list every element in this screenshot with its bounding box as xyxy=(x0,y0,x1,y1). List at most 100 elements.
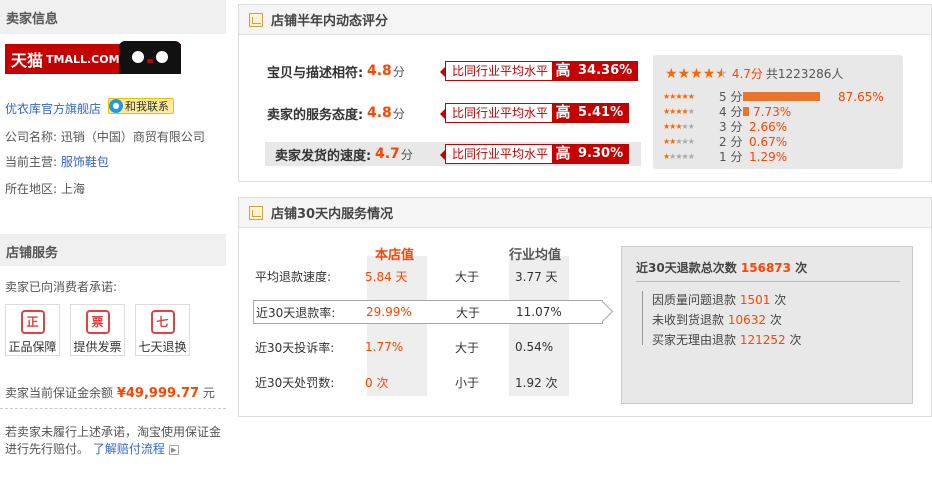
distribution-percent: 0.67% xyxy=(749,134,788,149)
compare-word: 大于 xyxy=(455,340,480,355)
badge-seven-day[interactable]: 七 七天退换 xyxy=(135,304,190,356)
badge-label: 提供发票 xyxy=(73,340,122,354)
rating-score: 4.8 xyxy=(367,63,392,79)
deposit-label: 卖家当前保证金余额 xyxy=(5,386,114,400)
service30-panel-header: 店铺30天内服务情况 xyxy=(239,198,931,228)
seller-info-heading: 卖家信息 xyxy=(0,0,226,34)
refund-item-unit: 次 xyxy=(769,313,782,327)
refund-divider xyxy=(636,281,900,282)
compare-word: 大于 xyxy=(455,269,480,284)
compensation-process-link[interactable]: 了解赔付流程 xyxy=(93,442,165,456)
promise-title: 卖家已向消费者承诺: xyxy=(5,280,118,294)
star-icon: ★ xyxy=(690,65,703,82)
contact-label: 和我联系 xyxy=(125,100,169,113)
compare-level: 高 xyxy=(552,61,575,81)
badge-genuine[interactable]: 正 正品保障 xyxy=(5,304,60,356)
distribution-row: ★★★★★ 4 分 7.73% xyxy=(663,104,791,120)
distribution-percent: 87.65% xyxy=(838,89,884,104)
rating-row-description: 宝贝与描述相符: 4.8 分 xyxy=(267,59,405,83)
company-row: 公司名称: 迅销（中国）商贸有限公司 xyxy=(5,128,205,145)
compare-word: 大于 xyxy=(456,305,481,320)
table-row-selected[interactable]: 近30天退款率: 29.99% 大于 11.07% xyxy=(253,300,603,324)
rating-distribution: ★ ★ ★ ★ ★ 4.7分 共1223286人 ★★★★★ 5 分 87.65% ★… xyxy=(653,55,903,169)
tmall-logo-en: TMALL.COM xyxy=(46,52,120,66)
panel-icon xyxy=(249,12,263,27)
distribution-row: ★★★★★ 3 分 2.66% xyxy=(663,119,787,135)
badge-label: 正品保障 xyxy=(8,340,57,354)
industry-value: 11.07% xyxy=(516,305,562,319)
compare-level: 高 xyxy=(552,144,575,164)
row-label: 近30天投诉率: xyxy=(255,340,335,355)
mini-stars-icon: ★★★★★ xyxy=(663,92,695,101)
rating-label: 卖家发货的速度: xyxy=(275,148,372,164)
store-value: 1.77% xyxy=(365,340,404,354)
store-value: 5.84 天 xyxy=(365,269,408,284)
distribution-bar xyxy=(743,137,745,146)
refund-item: 未收到货退款 10632 次 xyxy=(652,311,782,328)
chat-icon: ● xyxy=(109,99,123,113)
compare-tag: 比同行业平均水平 高 9.30% xyxy=(439,143,630,165)
compare-percent: 5.41% xyxy=(574,103,630,123)
distribution-row: ★★★★★ 2 分 0.67% xyxy=(663,134,788,150)
category-link[interactable]: 服饰鞋包 xyxy=(61,155,109,169)
col-store-header: 本店值 xyxy=(375,248,415,263)
rating-unit: 分 xyxy=(392,106,405,121)
deposit-amount: ¥49,999.77 xyxy=(116,386,200,401)
company-value: 迅销（中国）商贸有限公司 xyxy=(60,130,205,144)
rating-panel-header: 店铺半年内动态评分 xyxy=(239,5,931,35)
compare-percent: 34.36% xyxy=(574,61,639,81)
store-service-heading: 店铺服务 xyxy=(0,234,226,266)
company-label: 公司名称: xyxy=(5,130,58,144)
mini-stars-icon: ★★★★★ xyxy=(663,152,695,161)
refund-total-label: 近30天退款总次数 xyxy=(636,261,737,275)
refund-item-count: 1501 xyxy=(739,293,771,307)
arrow-right-icon[interactable]: ▶ xyxy=(168,444,179,455)
region-value: 上海 xyxy=(60,182,85,196)
rating-panel: 店铺半年内动态评分 宝贝与描述相符: 4.8 分 比同行业平均水平 高 34.3… xyxy=(238,4,932,182)
row-label: 近30天退款率: xyxy=(256,305,336,320)
store-name-link[interactable]: 优衣库官方旗舰店 xyxy=(5,100,101,117)
contact-seller-button[interactable]: ● 和我联系 xyxy=(108,98,174,114)
compare-tag: 比同行业平均水平 高 34.36% xyxy=(439,60,639,82)
refund-item: 因质量问题退款 1501 次 xyxy=(652,291,786,308)
table-row: 平均退款速度: 5.84 天 大于 3.77 天 xyxy=(253,264,603,288)
invoice-icon: 票 xyxy=(85,310,110,334)
compare-word: 小于 xyxy=(455,375,480,390)
distribution-percent: 1.29% xyxy=(749,149,788,164)
region-row: 所在地区: 上海 xyxy=(5,180,85,197)
refund-item-count: 10632 xyxy=(727,313,767,327)
distribution-label: 1 分 xyxy=(719,150,743,164)
table-row[interactable]: 近30天处罚数: 0 次 小于 1.92 次 xyxy=(253,370,603,394)
table-row[interactable]: 近30天投诉率: 1.77% 大于 0.54% xyxy=(253,335,603,359)
rating-unit: 分 xyxy=(392,64,405,79)
col-industry-header: 行业均值 xyxy=(509,248,562,263)
store-value: 29.99% xyxy=(366,305,412,319)
rating-panel-title: 店铺半年内动态评分 xyxy=(271,14,389,29)
refund-total-count: 156873 xyxy=(740,261,791,275)
refund-item: 买家无理由退款 121252 次 xyxy=(652,331,802,348)
tmall-cat-icon xyxy=(119,41,181,74)
seven-day-icon: 七 xyxy=(150,310,175,334)
refund-total-unit: 次 xyxy=(795,261,808,275)
service30-panel: 店铺30天内服务情况 本店值 行业均值 平均退款速度: 5.84 天 大于 3.… xyxy=(238,197,932,417)
distribution-summary: ★ ★ ★ ★ ★ 4.7分 共1223286人 xyxy=(665,65,843,82)
seller-sidebar: 卖家信息 天猫 TMALL.COM 优衣库官方旗舰店 ● 和我联系 公司名称: … xyxy=(0,0,226,477)
distribution-bar xyxy=(743,122,745,131)
compare-text: 比同行业平均水平 xyxy=(439,144,553,164)
badge-invoice[interactable]: 票 提供发票 xyxy=(70,304,125,356)
refund-tree-line xyxy=(642,291,648,345)
industry-value: 3.77 天 xyxy=(515,269,558,284)
tmall-logo[interactable]: 天猫 TMALL.COM xyxy=(5,41,181,74)
compare-level: 高 xyxy=(552,103,575,123)
rating-label: 宝贝与描述相符: xyxy=(267,65,364,81)
industry-value: 1.92 次 xyxy=(515,375,558,390)
badge-label: 七天退换 xyxy=(138,340,187,354)
rating-score: 4.7 xyxy=(375,146,400,162)
category-row: 当前主营: 服饰鞋包 xyxy=(5,153,109,170)
rating-unit: 分 xyxy=(400,147,413,162)
row-label: 近30天处罚数: xyxy=(255,375,335,390)
rating-score: 4.8 xyxy=(367,105,392,121)
zheng-icon: 正 xyxy=(20,310,45,334)
mini-stars-icon: ★★★★★ xyxy=(663,107,695,116)
distribution-row: ★★★★★ 5 分 87.65% xyxy=(663,89,884,105)
